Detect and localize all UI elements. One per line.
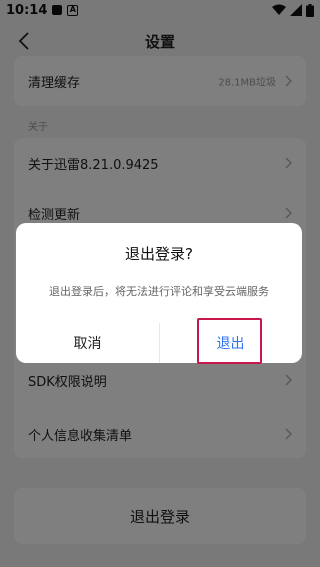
- dialog-title: 退出登录?: [125, 245, 193, 263]
- dialog-message: 退出登录后，将无法进行评论和享受云端服务: [49, 285, 269, 298]
- cancel-button[interactable]: 取消: [16, 323, 159, 363]
- highlight-box: [197, 318, 262, 364]
